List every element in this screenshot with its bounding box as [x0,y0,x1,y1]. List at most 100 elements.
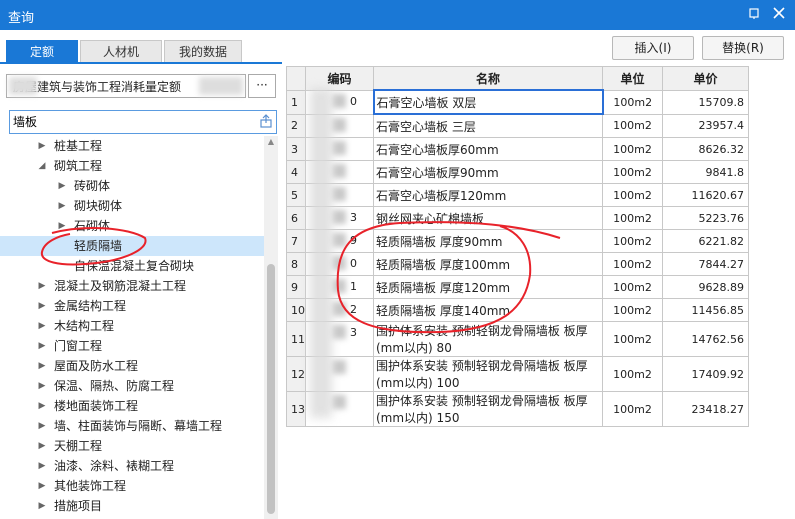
expand-arrow-icon[interactable]: ▶ [36,276,48,296]
table-row[interactable]: 5 石膏空心墙板厚120mm 100m2 11620.67 [286,183,749,207]
name-cell[interactable]: 围护体系安装 预制轻钢龙骨隔墙板 板厚(mm以内) 100 [373,356,603,392]
table-row[interactable]: 3 石膏空心墙板厚60mm 100m2 8626.32 [286,137,749,161]
expand-arrow-icon[interactable]: ▶ [56,216,68,236]
price-cell[interactable]: 23418.27 [662,391,749,427]
name-cell[interactable]: 石膏空心墙板厚120mm [373,183,603,207]
expand-arrow-icon[interactable]: ▶ [56,176,68,196]
price-cell[interactable]: 8626.32 [662,137,749,161]
row-number[interactable]: 2 [286,113,306,138]
expand-arrow-icon[interactable]: ▶ [36,136,48,156]
table-row[interactable]: 4 石膏空心墙板厚90mm 100m2 9841.8 [286,160,749,184]
price-cell[interactable]: 7844.27 [662,252,749,276]
price-cell[interactable]: 9841.8 [662,160,749,184]
table-row[interactable]: 8 0 轻质隔墙板 厚度100mm 100m2 7844.27 [286,252,749,276]
expand-arrow-icon[interactable]: ▶ [36,436,48,456]
unit-cell[interactable]: 100m2 [602,206,663,230]
table-row[interactable]: 1 0 石膏空心墙板 双层 100m2 15709.8 [286,89,749,115]
row-number[interactable]: 4 [286,160,306,184]
name-cell[interactable]: 石膏空心墙板厚90mm [373,160,603,184]
tree-item[interactable]: ▶ 油漆、涂料、裱糊工程 [0,456,264,476]
unit-cell[interactable]: 100m2 [602,275,663,299]
tree-item[interactable]: ▶ 金属结构工程 [0,296,264,316]
search-input[interactable] [13,113,249,129]
tree-item[interactable]: 轻质隔墙 [0,236,264,256]
tab-my-data[interactable]: 我的数据 [164,40,242,63]
name-cell[interactable]: 石膏空心墙板 三层 [373,113,603,138]
pin-icon[interactable] [743,4,765,26]
scroll-thumb[interactable] [267,264,275,514]
table-row[interactable]: 10 2 轻质隔墙板 厚度140mm 100m2 11456.85 [286,298,749,322]
tree-item[interactable]: ▶ 砌块砌体 [0,196,264,216]
tree-item[interactable]: ▶ 桩基工程 [0,136,264,156]
scroll-up-icon[interactable]: ▲ [264,136,278,148]
name-cell[interactable]: 轻质隔墙板 厚度90mm [373,229,603,253]
name-cell[interactable]: 石膏空心墙板厚60mm [373,137,603,161]
row-number[interactable]: 6 [286,206,306,230]
price-cell[interactable]: 15709.8 [662,89,749,115]
tree-item[interactable]: ▶ 木结构工程 [0,316,264,336]
row-number[interactable]: 3 [286,137,306,161]
name-cell[interactable]: 石膏空心墙板 双层 [372,89,604,115]
expand-arrow-icon[interactable]: ▶ [36,416,48,436]
table-row[interactable]: 9 1 轻质隔墙板 厚度120mm 100m2 9628.89 [286,275,749,299]
insert-button[interactable]: 插入(I) [612,36,694,60]
row-number[interactable]: 7 [286,229,306,253]
tree-item[interactable]: ▶ 天棚工程 [0,436,264,456]
price-cell[interactable]: 23957.4 [662,113,749,138]
close-icon[interactable] [768,4,790,26]
tab-quota[interactable]: 定额 [6,40,78,63]
price-cell[interactable]: 5223.76 [662,206,749,230]
table-row[interactable]: 12 围护体系安装 预制轻钢龙骨隔墙板 板厚(mm以内) 100 100m2 1740… [286,356,749,392]
price-cell[interactable]: 11456.85 [662,298,749,322]
name-cell[interactable]: 围护体系安装 预制轻钢龙骨隔墙板 板厚(mm以内) 150 [373,391,603,427]
expand-arrow-icon[interactable]: ▶ [36,376,48,396]
table-row[interactable]: 11 3 围护体系安装 预制轻钢龙骨隔墙板 板厚(mm以内) 80 100m2 1476… [286,321,749,357]
tree-item[interactable]: ◢ 砌筑工程 [0,156,264,176]
price-cell[interactable]: 6221.82 [662,229,749,253]
expand-arrow-icon[interactable]: ▶ [56,196,68,216]
row-number[interactable]: 12 [286,356,306,392]
row-number[interactable]: 11 [286,321,306,357]
tree-item[interactable]: ▶ 措施项目 [0,496,264,516]
export-icon[interactable] [259,114,273,131]
name-cell[interactable]: 钢丝网夹心矿棉墙板 [373,206,603,230]
table-row[interactable]: 2 石膏空心墙板 三层 100m2 23957.4 [286,113,749,138]
table-row[interactable]: 13 围护体系安装 预制轻钢龙骨隔墙板 板厚(mm以内) 150 100m2 2341… [286,391,749,427]
name-cell[interactable]: 轻质隔墙板 厚度140mm [373,298,603,322]
tab-labor-material-machine[interactable]: 人材机 [80,40,162,63]
price-cell[interactable]: 17409.92 [662,356,749,392]
header-price[interactable]: 单价 [662,66,749,91]
tree-item[interactable]: ▶ 屋面及防水工程 [0,356,264,376]
row-number[interactable]: 10 [286,298,306,322]
row-number[interactable]: 9 [286,275,306,299]
unit-cell[interactable]: 100m2 [602,356,663,392]
tree-item[interactable]: ▶ 石砌体 [0,216,264,236]
tree-item[interactable]: ▶ 门窗工程 [0,336,264,356]
tree-item[interactable]: ▶ 楼地面装饰工程 [0,396,264,416]
expand-arrow-icon[interactable]: ▶ [36,316,48,336]
unit-cell[interactable]: 100m2 [602,160,663,184]
expand-arrow-icon[interactable]: ▶ [36,496,48,516]
library-select[interactable]: 房屋建筑与装饰工程消耗量定额 [6,74,246,98]
unit-cell[interactable]: 100m2 [602,321,663,357]
row-number[interactable]: 1 [286,89,306,115]
unit-cell[interactable]: 100m2 [602,89,663,115]
tree-item[interactable]: ▶ 保温、隔热、防腐工程 [0,376,264,396]
name-cell[interactable]: 轻质隔墙板 厚度100mm [373,252,603,276]
table-row[interactable]: 7 9 轻质隔墙板 厚度90mm 100m2 6221.82 [286,229,749,253]
tree-item[interactable]: ▶ 其他装饰工程 [0,476,264,496]
expand-arrow-icon[interactable]: ▶ [36,456,48,476]
row-number[interactable]: 5 [286,183,306,207]
library-more-button[interactable]: ··· [248,74,276,98]
unit-cell[interactable]: 100m2 [602,229,663,253]
unit-cell[interactable]: 100m2 [602,113,663,138]
expand-arrow-icon[interactable]: ▶ [36,336,48,356]
table-row[interactable]: 6 3 钢丝网夹心矿棉墙板 100m2 5223.76 [286,206,749,230]
price-cell[interactable]: 14762.56 [662,321,749,357]
name-cell[interactable]: 围护体系安装 预制轻钢龙骨隔墙板 板厚(mm以内) 80 [373,321,603,357]
expand-arrow-icon[interactable]: ▶ [36,296,48,316]
collapse-arrow-icon[interactable]: ◢ [36,156,48,176]
expand-arrow-icon[interactable]: ▶ [36,356,48,376]
header-name[interactable]: 名称 [373,66,603,91]
price-cell[interactable]: 11620.67 [662,183,749,207]
